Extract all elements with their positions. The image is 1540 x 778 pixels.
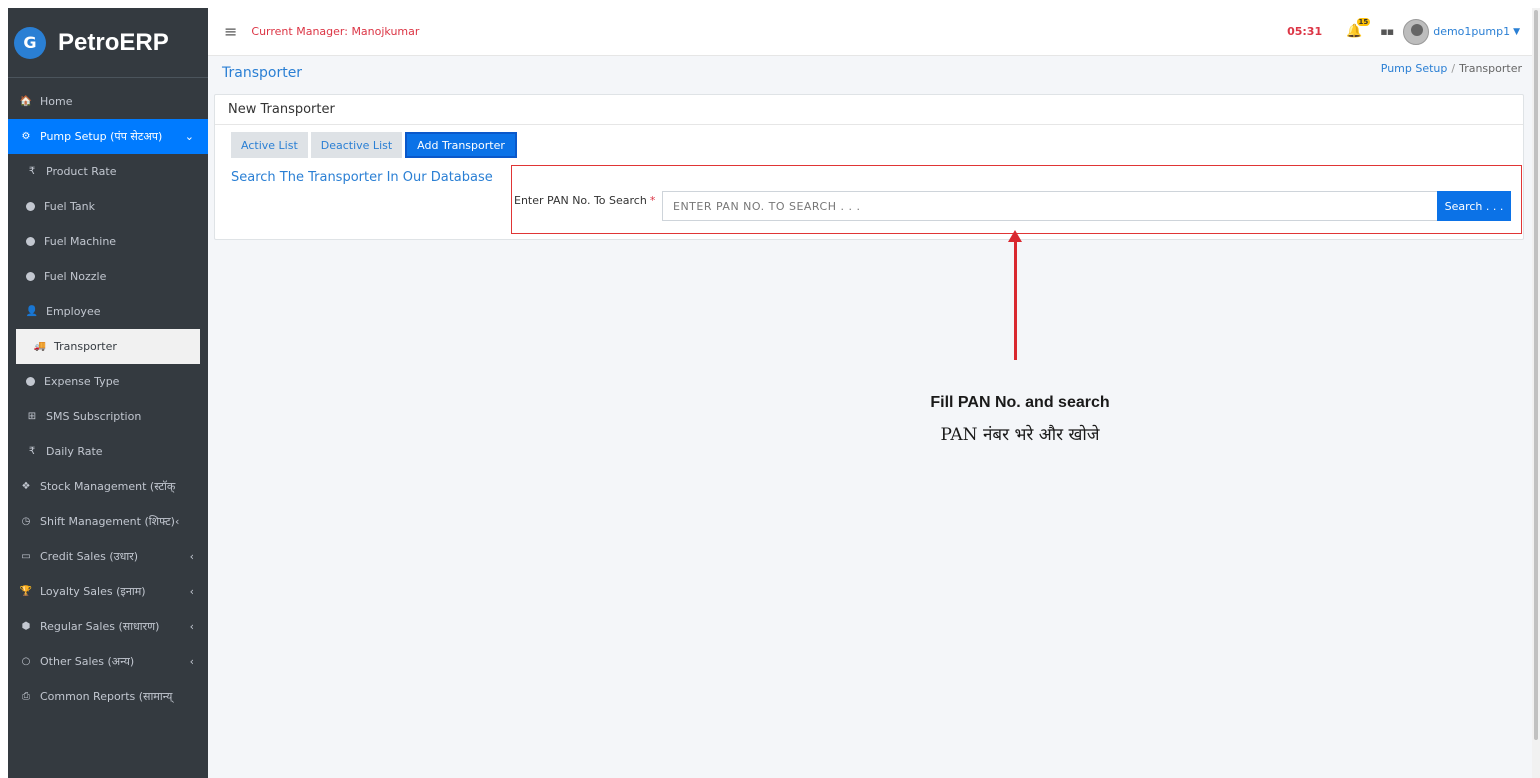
clock-icon: ◷ — [21, 516, 31, 527]
sidebar-item-label: Expense Type — [44, 375, 120, 388]
annotation-english: Fill PAN No. and search — [930, 394, 1110, 411]
sidebar-item-stock-management[interactable]: ❖ Stock Management (स्टॉक् — [8, 469, 208, 504]
sidebar-item-credit-sales[interactable]: ▭ Credit Sales (उधार) ‹ — [8, 539, 208, 574]
sidebar-item-shift-management[interactable]: ◷ Shift Management (शिफ्ट)‹ — [8, 504, 208, 539]
sidebar-item-employee[interactable]: 👤 Employee — [8, 294, 208, 329]
sidebar-item-label: Fuel Nozzle — [44, 270, 107, 283]
topbar: ≡ Current Manager: Manojkumar 05:31 🔔 15 … — [208, 8, 1532, 56]
notification-count-badge: 15 — [1356, 18, 1371, 26]
rupee-icon: ₹ — [28, 446, 36, 457]
chevron-left-icon: ‹ — [189, 620, 194, 633]
page-header: Transporter Pump Setup / Transporter — [208, 56, 1532, 90]
sidebar-nav: 🏠 Home ⚙ Pump Setup (पंप सेटअप) ⌄ ₹ Product Ra… — [8, 78, 208, 714]
chevron-down-icon: ⌄ — [184, 130, 194, 143]
chevron-left-icon: ‹ — [189, 550, 194, 563]
sidebar-item-label: Stock Management (स्टॉक् — [40, 480, 176, 493]
notification-bell-icon[interactable]: 🔔 15 — [1346, 18, 1371, 39]
sidebar-item-label: Transporter — [54, 340, 117, 353]
sidebar-item-label: SMS Subscription — [46, 410, 142, 423]
pan-label-text: Enter PAN No. To Search — [514, 194, 647, 207]
search-button[interactable]: Search . . . — [1437, 191, 1511, 221]
credit-card-icon: ▭ — [21, 551, 31, 562]
breadcrumb-current: Transporter — [1459, 62, 1522, 75]
circle-outline-icon: ○ — [21, 656, 31, 667]
sidebar-item-label: Fuel Machine — [44, 235, 117, 248]
sidebar-item-label: Home — [40, 95, 73, 108]
caret-down-icon[interactable]: ▼ — [1513, 27, 1520, 37]
circle-icon — [26, 237, 35, 246]
brand-name: PetroERP — [58, 28, 169, 56]
sidebar-item-fuel-machine[interactable]: Fuel Machine — [8, 224, 208, 259]
sidebar-item-label: Regular Sales (साधारण) — [40, 620, 160, 633]
topbar-tools: 05:31 🔔 15 ▪▪ demo1pump1 ▼ — [1287, 18, 1520, 45]
sidebar-item-label: Common Reports (सामान्य् — [40, 690, 173, 703]
search-heading: Search The Transporter In Our Database — [231, 170, 493, 185]
card-title: New Transporter — [215, 95, 1523, 125]
sidebar: G PetroERP 🏠 Home ⚙ Pump Setup (पंप सेटअप) ⌄… — [8, 8, 208, 778]
sidebar-item-label: Product Rate — [46, 165, 117, 178]
sidebar-item-fuel-tank[interactable]: Fuel Tank — [8, 189, 208, 224]
new-transporter-card: New Transporter Active List Deactive Lis… — [214, 94, 1524, 240]
rupee-icon: ₹ — [28, 166, 36, 177]
cubes-icon: ❖ — [21, 481, 31, 492]
sidebar-item-common-reports[interactable]: ⎙ Common Reports (सामान्य् — [8, 679, 208, 714]
hamburger-menu-icon[interactable]: ≡ — [224, 22, 237, 41]
circle-icon — [26, 377, 35, 386]
sidebar-item-fuel-nozzle[interactable]: Fuel Nozzle — [8, 259, 208, 294]
breadcrumb-link-pump-setup[interactable]: Pump Setup — [1381, 62, 1448, 75]
sidebar-item-label: Credit Sales (उधार) — [40, 550, 139, 563]
sidebar-item-label: Other Sales (अन्य) — [40, 655, 135, 668]
trophy-icon: 🏆 — [19, 586, 33, 597]
chevron-left-icon: ‹ — [189, 655, 194, 668]
sidebar-item-label: Shift Management (शिफ्ट)‹ — [40, 515, 180, 528]
sidebar-item-sms-subscription[interactable]: ⊞ SMS Subscription — [8, 399, 208, 434]
sidebar-item-regular-sales[interactable]: ⬢ Regular Sales (साधारण) ‹ — [8, 609, 208, 644]
tab-active-list[interactable]: Active List — [231, 132, 308, 158]
sidebar-item-pump-setup[interactable]: ⚙ Pump Setup (पंप सेटअप) ⌄ — [8, 119, 208, 154]
circle-icon — [26, 202, 35, 211]
annotation-hindi: PAN नंबर भरे और खोजे — [940, 425, 1100, 445]
sidebar-item-daily-rate[interactable]: ₹ Daily Rate — [8, 434, 208, 469]
print-icon: ⎙ — [22, 691, 30, 702]
plus-square-icon: ⊞ — [27, 411, 37, 422]
tab-bar: Active List Deactive List Add Transporte… — [231, 132, 520, 158]
user-icon: 👤 — [25, 306, 39, 317]
sidebar-item-label: Daily Rate — [46, 445, 103, 458]
truck-icon: 🚚 — [33, 341, 47, 352]
clock-display: 05:31 — [1287, 25, 1323, 38]
sidebar-item-product-rate[interactable]: ₹ Product Rate — [8, 154, 208, 189]
username-dropdown[interactable]: demo1pump1 — [1433, 25, 1510, 38]
tab-deactive-list[interactable]: Deactive List — [310, 132, 403, 158]
sidebar-item-label: Pump Setup (पंप सेटअप) — [40, 130, 163, 143]
sidebar-item-expense-type[interactable]: Expense Type — [8, 364, 208, 399]
current-manager-label: Current Manager: Manojkumar — [251, 25, 420, 38]
chevron-left-icon: ‹ — [189, 585, 194, 598]
brand-logo-icon: G — [14, 26, 46, 59]
required-asterisk: * — [649, 194, 656, 207]
apps-grid-icon[interactable]: ▪▪ — [1380, 25, 1394, 38]
circle-icon — [26, 272, 35, 281]
sidebar-item-transporter[interactable]: 🚚 Transporter — [16, 329, 200, 364]
pan-field-label: Enter PAN No. To Search * — [514, 194, 655, 207]
cogs-icon: ⚙ — [21, 131, 31, 142]
breadcrumb: Pump Setup / Transporter — [1381, 62, 1522, 75]
sidebar-item-loyalty-sales[interactable]: 🏆 Loyalty Sales (इनाम) ‹ — [8, 574, 208, 609]
avatar[interactable] — [1403, 18, 1430, 45]
sidebar-item-home[interactable]: 🏠 Home — [8, 84, 208, 119]
breadcrumb-separator: / — [1451, 62, 1456, 75]
pan-search-highlight-box: Enter PAN No. To Search* Search . . . — [511, 165, 1522, 234]
brand[interactable]: G PetroERP — [8, 8, 208, 78]
sidebar-item-label: Employee — [46, 305, 101, 318]
cube-icon: ⬢ — [21, 621, 31, 632]
home-icon: 🏠 — [19, 96, 33, 107]
main-content: Transporter Pump Setup / Transporter New T… — [208, 56, 1532, 778]
annotation-arrow-line — [1014, 240, 1017, 360]
tab-add-transporter[interactable]: Add Transporter — [405, 132, 517, 158]
sidebar-item-other-sales[interactable]: ○ Other Sales (अन्य) ‹ — [8, 644, 208, 679]
sidebar-item-label: Fuel Tank — [44, 200, 95, 213]
sidebar-item-label: Loyalty Sales (इनाम) — [40, 585, 146, 598]
page-title: Transporter — [222, 65, 303, 81]
scrollbar-thumb[interactable] — [1534, 10, 1538, 740]
pan-search-input[interactable] — [662, 191, 1438, 221]
